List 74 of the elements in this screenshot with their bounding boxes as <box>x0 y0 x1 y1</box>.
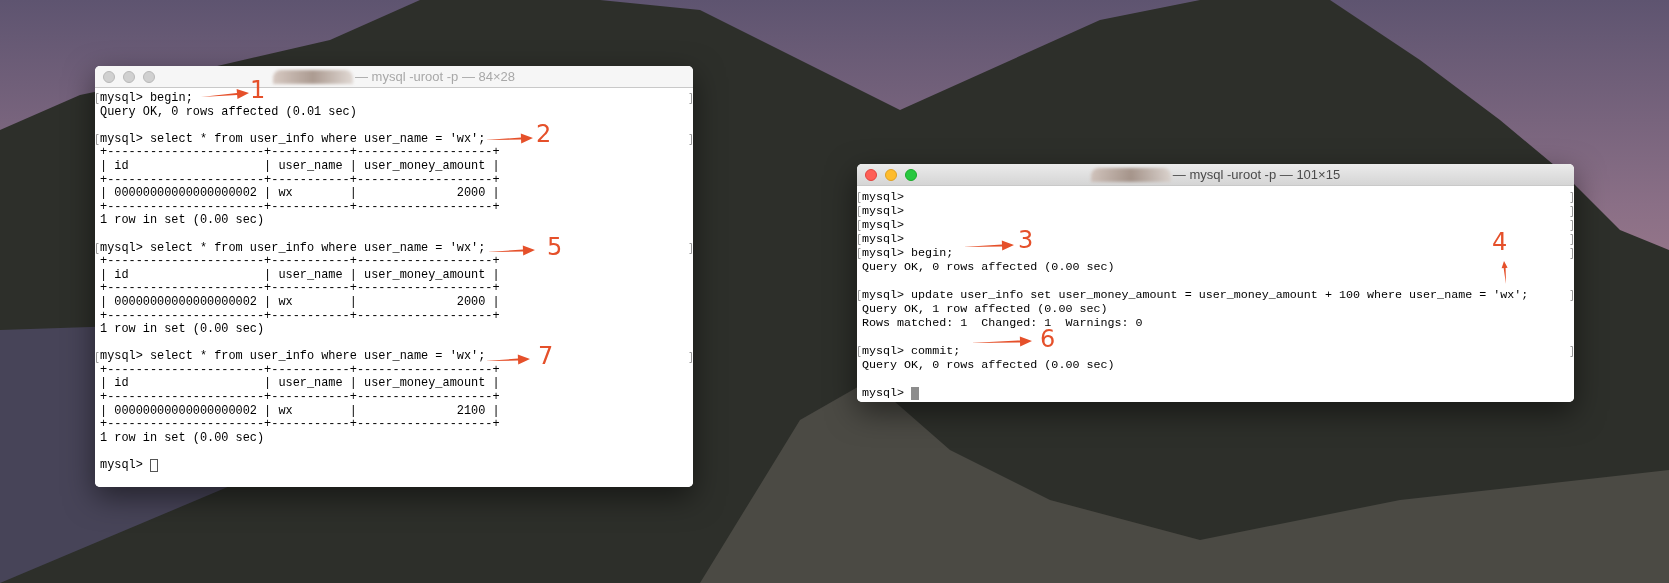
output-line: +----------------------+-----------+-------------------+ <box>100 418 500 432</box>
output-line: | 00000000000000000002 | wx | 2100 | <box>100 404 500 419</box>
command-line: mysql> select * from user_info where user_name = 'wx'; <box>100 350 486 364</box>
line-mark-icon <box>1570 345 1573 357</box>
output-line: +----------------------+-----------+-------------------+ <box>100 363 500 377</box>
output-line: | id | user_name | user_money_amount | <box>100 268 500 283</box>
line-mark-icon <box>1570 247 1573 259</box>
output-line: +----------------------+-----------+-------------------+ <box>100 391 500 405</box>
close-button[interactable] <box>865 168 877 181</box>
close-button[interactable] <box>103 70 115 83</box>
line-mark-icon <box>858 233 861 245</box>
output-line: +----------------------+-----------+-------------------+ <box>100 200 500 214</box>
output-line: Query OK, 1 row affected (0.00 sec) <box>862 302 1108 316</box>
command-line: mysql> <box>862 218 905 232</box>
command-line: mysql> begin; <box>100 92 193 106</box>
line-mark-icon <box>96 134 99 146</box>
output-line: +----------------------+-----------+-------------------+ <box>100 309 500 323</box>
line-mark-icon <box>1570 205 1573 217</box>
minimize-button[interactable] <box>123 70 135 83</box>
command-line: mysql> <box>862 204 905 218</box>
output-line: | id | user_name | user_money_amount | <box>100 377 500 392</box>
window-title: — mysql -uroot -p — 84×28 <box>354 67 515 86</box>
annotation-number: 1 <box>250 78 266 102</box>
line-mark-icon <box>96 93 99 105</box>
annotation-number: 7 <box>538 344 554 368</box>
prompt-text: mysql> <box>862 386 905 400</box>
zoom-button[interactable] <box>143 70 155 83</box>
line-mark-icon <box>858 345 861 357</box>
line-mark-icon <box>689 351 692 363</box>
output-line: Query OK, 0 rows affected (0.00 sec) <box>862 358 1115 372</box>
annotation-number: 4 <box>1492 230 1508 254</box>
line-mark-icon <box>1570 233 1573 245</box>
line-mark-icon <box>858 191 861 203</box>
output-line: Query OK, 0 rows affected (0.00 sec) <box>862 260 1115 274</box>
output-line: 1 row in set (0.00 sec) <box>100 431 265 446</box>
prompt-text: mysql> <box>100 459 143 473</box>
output-line: Rows matched: 1 Changed: 1 Warnings: 0 <box>862 316 1143 330</box>
line-mark-icon <box>858 205 861 217</box>
output-line: 1 row in set (0.00 sec) <box>100 214 265 228</box>
line-mark-icon <box>1570 219 1573 231</box>
output-line: | 00000000000000000002 | wx | 2000 | <box>100 295 500 310</box>
command-line: mysql> <box>862 190 905 204</box>
command-line: mysql> select * from user_info where user_name = 'wx'; <box>100 241 486 256</box>
line-mark-icon <box>689 242 692 254</box>
command-line: mysql> select * from user_info where user_name = 'wx'; <box>100 132 486 147</box>
annotation-number: 6 <box>1040 327 1056 351</box>
command-line: mysql> begin; <box>862 246 954 260</box>
window-title: — mysql -uroot -p — 101×15 <box>1172 165 1341 184</box>
command-line: mysql> commit; <box>862 344 961 358</box>
arrow <box>1501 261 1508 284</box>
line-mark-icon <box>96 242 99 254</box>
line-mark-icon <box>96 351 99 363</box>
command-line: mysql> <box>862 232 905 246</box>
output-line: +----------------------+-----------+-------------------+ <box>100 282 500 296</box>
output-line: +----------------------+-----------+-------------------+ <box>100 255 500 269</box>
line-mark-icon <box>689 134 692 146</box>
minimize-button[interactable] <box>885 168 897 181</box>
line-mark-icon <box>689 93 692 105</box>
line-mark-icon <box>1570 289 1573 301</box>
output-line: Query OK, 0 rows affected (0.01 sec) <box>100 105 357 120</box>
annotation-number: 2 <box>536 122 552 146</box>
zoom-button[interactable] <box>905 168 917 181</box>
line-mark-icon <box>858 247 861 259</box>
output-line: +----------------------+-----------+-------------------+ <box>100 146 500 160</box>
output-line: | id | user_name | user_money_amount | <box>100 159 500 174</box>
output-line: +----------------------+-----------+-------------------+ <box>100 173 500 187</box>
annotation-number: 5 <box>547 235 563 259</box>
output-line: | 00000000000000000002 | wx | 2000 | <box>100 187 500 201</box>
command-line: mysql> update user_info set user_money_amount = user_money_amount + 100 where user_name = 'wx'; <box>862 288 1529 302</box>
line-mark-icon <box>1570 191 1573 203</box>
output-line: 1 row in set (0.00 sec) <box>100 323 265 337</box>
annotation-number: 3 <box>1018 228 1034 252</box>
line-mark-icon <box>858 219 861 231</box>
line-mark-icon <box>858 289 861 301</box>
